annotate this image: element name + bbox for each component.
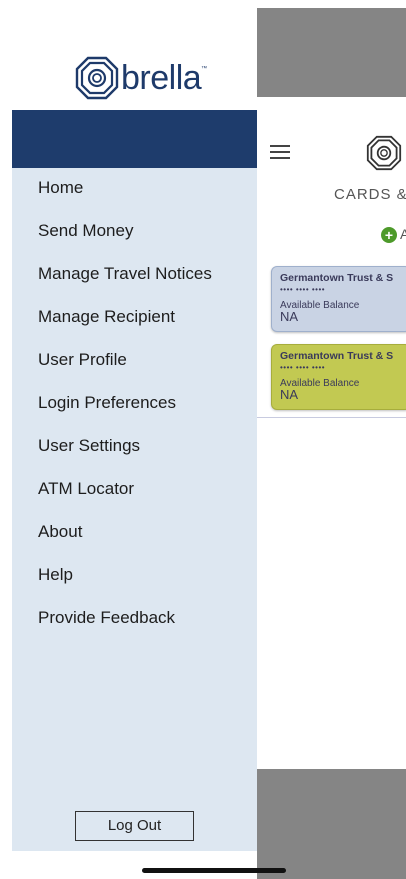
card-balance-label: Available Balance [280,378,360,389]
card-bank-name: Germantown Trust & S [280,350,394,362]
card-balance-value: NA [280,309,299,324]
drawer-logo-area: brella ™ [12,0,257,110]
card-tile[interactable]: Germantown Trust & S •••• •••• •••• Avai… [271,266,406,332]
sidebar-item-provide-feedback[interactable]: Provide Feedback [38,596,212,639]
sidebar-item-about[interactable]: About [38,510,212,553]
sidebar-item-manage-travel-notices[interactable]: Manage Travel Notices [38,252,212,295]
card-balance-value: NA [280,387,299,402]
sidebar-item-send-money[interactable]: Send Money [38,209,212,252]
card-balance-label: Available Balance [280,300,360,311]
card-bank-name: Germantown Trust & S [280,272,394,284]
screen-title: CARDS & [334,186,406,203]
sidebar-item-atm-locator[interactable]: ATM Locator [38,467,212,510]
home-indicator[interactable] [142,868,286,873]
sidebar-item-manage-recipient[interactable]: Manage Recipient [38,295,212,338]
card-number: •••• •••• •••• [280,285,326,294]
add-circle-icon[interactable]: + [381,227,397,243]
card-tile[interactable]: Germantown Trust & S •••• •••• •••• Avai… [271,344,406,410]
sidebar-item-user-profile[interactable]: User Profile [38,338,212,381]
sidebar-item-help[interactable]: Help [38,553,212,596]
dim-overlay-bottom[interactable] [257,769,406,879]
sidebar-item-user-settings[interactable]: User Settings [38,424,212,467]
side-drawer: brella ™ Home Send Money Manage Travel N… [12,0,257,851]
sidebar-item-home[interactable]: Home [38,166,212,209]
brand-name: brella [121,59,202,97]
sidebar-item-login-preferences[interactable]: Login Preferences [38,381,212,424]
hamburger-menu-icon[interactable] [270,145,290,159]
logout-button[interactable]: Log Out [75,811,194,841]
brella-logo-icon [366,135,402,171]
sidebar-menu: Home Send Money Manage Travel Notices Ma… [38,166,212,639]
card-number: •••• •••• •••• [280,363,326,372]
brand-logo: brella ™ [75,56,207,100]
brand-trademark: ™ [201,66,208,72]
dim-overlay-top[interactable] [257,8,406,97]
list-divider [257,417,406,418]
add-card-label[interactable]: A [400,226,406,242]
drawer-header-band [12,110,257,168]
brella-logo-icon [75,56,119,100]
